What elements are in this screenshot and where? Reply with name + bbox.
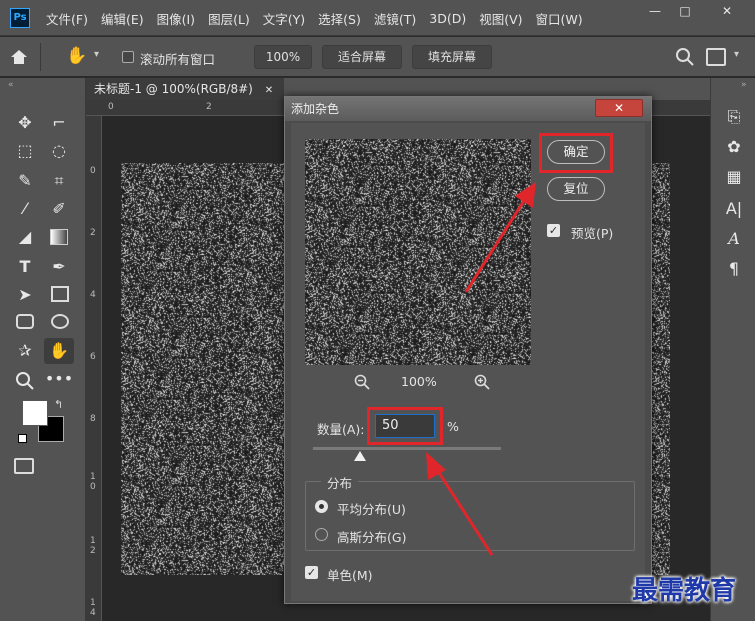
annotation-arrows: [426, 182, 536, 556]
arrow-to-amount-head: [426, 452, 446, 480]
arrow-to-amount-line: [434, 467, 494, 556]
arrow-to-ok-line: [464, 195, 529, 293]
watermark-text: 最需教育: [632, 576, 737, 606]
arrow-to-ok-head: [515, 182, 536, 208]
